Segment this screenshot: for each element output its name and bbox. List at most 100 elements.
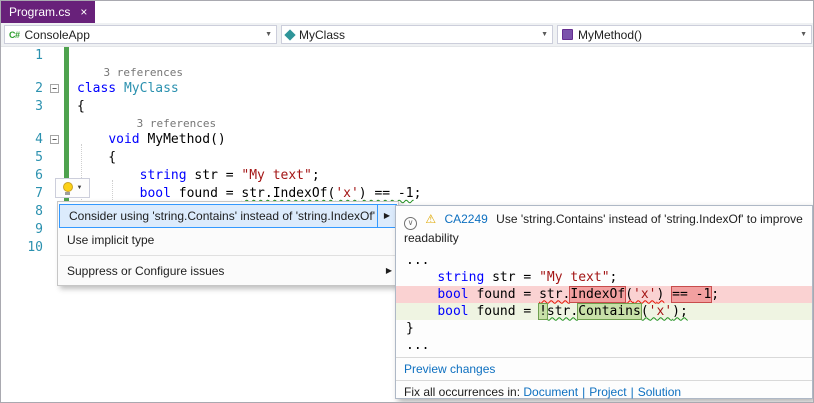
code-token: { xyxy=(77,99,85,114)
fix-solution-link[interactable]: Solution xyxy=(638,385,681,399)
fix-all-row: Fix all occurrences in: Document|Project… xyxy=(396,380,812,403)
diff-context-line: } xyxy=(396,320,812,337)
code-token: bool xyxy=(437,304,468,319)
menu-item-use-implicit-type[interactable]: Use implicit type xyxy=(58,228,398,252)
navigation-bar: C# ConsoleApp ▼ MyClass ▼ MyMethod() ▼ xyxy=(1,23,813,47)
code-token: { xyxy=(77,150,116,165)
code-token: ; xyxy=(711,287,719,302)
close-icon[interactable]: × xyxy=(80,6,87,18)
fix-all-label: Fix all occurrences in: xyxy=(404,385,523,399)
line-number: 4 xyxy=(1,131,45,149)
tab-program-cs[interactable]: Program.cs × xyxy=(1,1,95,23)
method-dropdown[interactable]: MyMethod() ▼ xyxy=(557,25,812,44)
project-dropdown[interactable]: C# ConsoleApp ▼ xyxy=(4,25,277,44)
diff-context-line: ... xyxy=(396,337,812,354)
class-dropdown-label: MyClass xyxy=(299,28,345,42)
lightbulb-base xyxy=(65,192,70,195)
diff-context-line: ... xyxy=(396,252,812,269)
quick-actions-lightbulb[interactable]: ▼ xyxy=(55,178,90,198)
code-row: 1 xyxy=(1,47,813,65)
code-token: found = xyxy=(469,287,539,302)
code-token: found = xyxy=(469,304,539,319)
class-dropdown[interactable]: MyClass ▼ xyxy=(281,25,553,44)
fold-column xyxy=(45,98,63,116)
collapse-icon[interactable]: − xyxy=(50,135,59,144)
vs-editor-window: Program.cs × C# ConsoleApp ▼ MyClass ▼ M… xyxy=(0,0,814,403)
code-token: Contains xyxy=(578,304,641,319)
diagnostic-header: ∨ ⚠ CA2249 Use 'string.Contains' instead… xyxy=(396,206,812,249)
diff-context-line: string str = "My text"; xyxy=(396,269,812,286)
code-token xyxy=(406,287,437,302)
code-row: 5 { xyxy=(1,149,813,167)
chevron-down-icon[interactable]: ▼ xyxy=(265,31,272,38)
line-number: 3 xyxy=(1,98,45,116)
code-token: IndexOf xyxy=(570,287,625,302)
line-number: 5 xyxy=(1,149,45,167)
fold-toggle[interactable]: − xyxy=(45,80,63,98)
code-token: ) == -1 xyxy=(359,186,414,201)
warning-icon: ⚠ xyxy=(425,212,436,226)
menu-item-suppress-configure[interactable]: Suppress or Configure issues ▶ xyxy=(58,259,398,283)
method-dropdown-label: MyMethod() xyxy=(578,28,642,42)
code-token: str. xyxy=(539,287,570,302)
csharp-project-icon: C# xyxy=(9,30,20,40)
code-row: 2−class MyClass xyxy=(1,80,813,98)
diff-preview: ... string str = "My text"; bool found =… xyxy=(396,249,812,357)
code-token: "My text" xyxy=(539,270,609,285)
menu-item-consider-string-contains[interactable]: Consider using 'string.Contains' instead… xyxy=(59,204,397,228)
diff-added-line: bool found = !str.Contains('x'); xyxy=(396,303,812,320)
menu-item-label: Use implicit type xyxy=(67,229,154,251)
line-number: 2 xyxy=(1,80,45,98)
code-token: str = xyxy=(187,168,242,183)
line-number xyxy=(1,116,45,131)
line-number: 9 xyxy=(1,221,45,239)
code-token: ... xyxy=(406,338,429,353)
code-token: 3 references xyxy=(77,117,216,130)
line-number: 7 xyxy=(1,185,45,203)
fix-document-link[interactable]: Document xyxy=(523,385,578,399)
chevron-circle-icon[interactable]: ∨ xyxy=(404,217,417,230)
menu-item-label: Consider using 'string.Contains' instead… xyxy=(69,205,375,227)
code-line-text: string str = "My text"; xyxy=(63,167,320,185)
menu-item-label: Suppress or Configure issues xyxy=(67,260,224,282)
fold-toggle[interactable]: − xyxy=(45,131,63,149)
line-number xyxy=(1,65,45,80)
chevron-down-icon[interactable]: ▼ xyxy=(77,185,83,191)
code-token: ! xyxy=(539,304,547,319)
code-token: MyMethod() xyxy=(147,132,225,147)
code-token: 3 references xyxy=(77,66,183,79)
code-token: str. xyxy=(547,304,578,319)
project-dropdown-label: ConsoleApp xyxy=(25,28,90,42)
code-token: ; xyxy=(312,168,320,183)
class-icon xyxy=(284,29,295,40)
preview-changes-link[interactable]: Preview changes xyxy=(404,362,495,376)
fix-project-link[interactable]: Project xyxy=(589,385,626,399)
code-token: 'x' xyxy=(633,287,656,302)
fold-column xyxy=(45,47,63,65)
code-row: 6 string str = "My text"; xyxy=(1,167,813,185)
quick-actions-menu: Consider using 'string.Contains' instead… xyxy=(57,201,399,286)
diagnostic-code-link[interactable]: CA2249 xyxy=(444,212,487,226)
codelens-row[interactable]: 3 references xyxy=(1,65,813,80)
code-token: MyClass xyxy=(124,81,179,96)
code-token: 'x' xyxy=(335,186,358,201)
code-line-text: { xyxy=(63,149,116,167)
code-line-text: void MyMethod() xyxy=(63,131,226,149)
chevron-down-icon[interactable]: ▼ xyxy=(800,31,807,38)
chevron-down-icon[interactable]: ▼ xyxy=(541,31,548,38)
collapse-icon[interactable]: − xyxy=(50,84,59,93)
code-token: str.IndexOf( xyxy=(241,186,335,201)
submenu-arrow-icon[interactable]: ▶ xyxy=(377,205,396,227)
fold-column xyxy=(45,65,63,80)
tab-bar: Program.cs × xyxy=(1,1,813,23)
code-token: string xyxy=(437,270,484,285)
code-token: str = xyxy=(484,270,539,285)
code-token: found = xyxy=(171,186,241,201)
code-token xyxy=(406,304,437,319)
lightbulb-icon xyxy=(63,182,73,195)
code-line-text: 3 references xyxy=(63,65,183,80)
code-token: void xyxy=(108,132,147,147)
code-token: ( xyxy=(641,304,649,319)
method-icon xyxy=(562,29,573,40)
codelens-row[interactable]: 3 references xyxy=(1,116,813,131)
